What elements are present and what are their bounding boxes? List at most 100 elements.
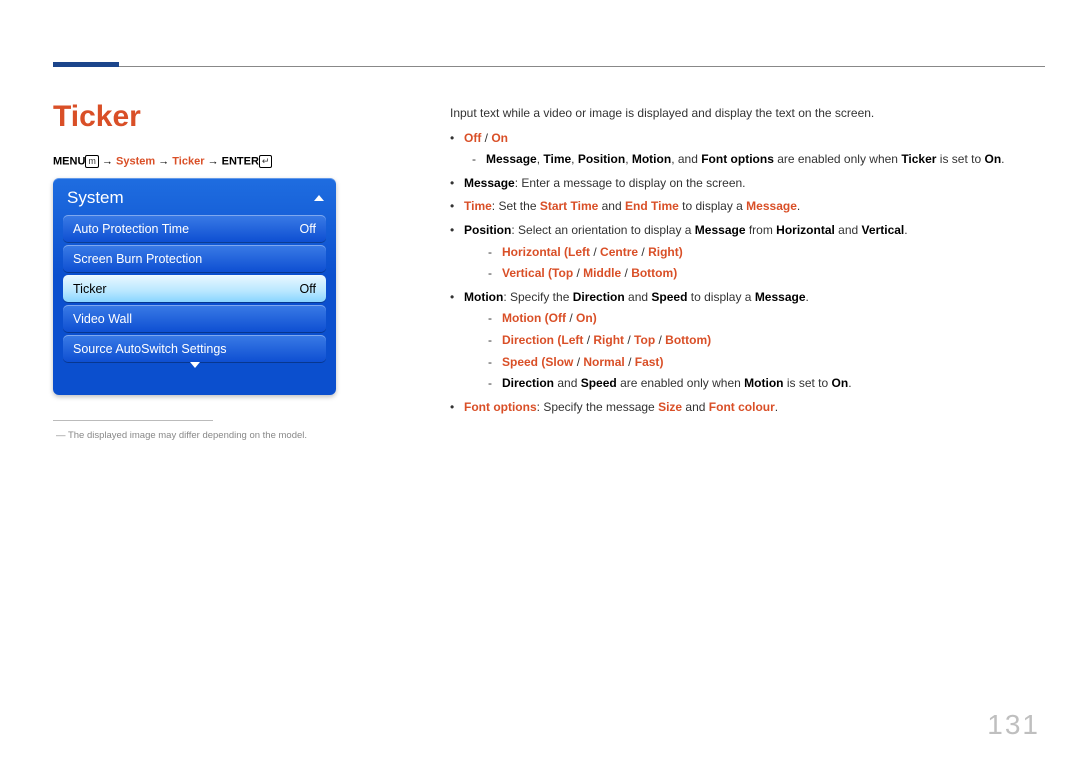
k: Font options <box>464 400 537 414</box>
k: Direction <box>502 333 554 347</box>
s: / <box>573 266 583 280</box>
k: Speed <box>651 290 687 304</box>
osd-item-auto-protection[interactable]: Auto Protection Time Off <box>63 215 326 242</box>
osd-title: System <box>67 188 124 208</box>
osd-item-video-wall[interactable]: Video Wall <box>63 305 326 332</box>
p: ) <box>707 333 711 347</box>
k: Message <box>755 290 806 304</box>
position-line: Position: Select an orientation to displ… <box>450 221 1020 240</box>
t: : Specify the <box>503 290 572 304</box>
breadcrumb-enter: ENTER <box>222 155 259 167</box>
p: ) <box>659 355 663 369</box>
t: is set to <box>936 152 984 166</box>
pos-horizontal: Horizontal (Left / Centre / Right) <box>488 243 1020 262</box>
osd-item-label: Source AutoSwitch Settings <box>73 342 227 356</box>
header-accent <box>53 62 119 67</box>
motion-direction: Direction (Left / Right / Top / Bottom) <box>488 331 1020 350</box>
motion-line: Motion: Specify the Direction and Speed … <box>450 288 1020 307</box>
s: / <box>655 333 665 347</box>
osd-item-autoswitch[interactable]: Source AutoSwitch Settings <box>63 335 326 362</box>
k: Message <box>746 199 797 213</box>
k: Position <box>464 223 511 237</box>
off-label: Off <box>464 131 481 145</box>
k: Top <box>634 333 655 347</box>
enter-icon: ↵ <box>259 155 273 168</box>
k: Fast <box>635 355 660 369</box>
k: On <box>576 311 593 325</box>
pos-vertical: Vertical (Top / Middle / Bottom) <box>488 264 1020 283</box>
k: Vertical <box>862 223 905 237</box>
k: Message <box>486 152 537 166</box>
t: to display a <box>687 290 754 304</box>
footnote: ― The displayed image may differ dependi… <box>56 430 307 441</box>
t: : Specify the message <box>537 400 658 414</box>
k: Time <box>543 152 571 166</box>
t: and <box>625 290 652 304</box>
k: Horizontal <box>776 223 835 237</box>
s: / <box>621 266 631 280</box>
osd-item-screen-burn[interactable]: Screen Burn Protection <box>63 245 326 272</box>
osd-item-label: Screen Burn Protection <box>73 252 202 266</box>
osd-panel: System Auto Protection Time Off Screen B… <box>53 178 336 395</box>
motion-enable-note: Direction and Speed are enabled only whe… <box>488 374 1020 393</box>
off-on-line: Off / On <box>450 129 1020 148</box>
description: Input text while a video or image is dis… <box>450 104 1020 416</box>
k: End Time <box>625 199 679 213</box>
t: and <box>682 400 709 414</box>
motion-speed: Speed (Slow / Normal / Fast) <box>488 353 1020 372</box>
s: / <box>583 333 593 347</box>
k: Off <box>549 311 566 325</box>
breadcrumb-ticker: Ticker <box>172 155 204 167</box>
t: and <box>554 376 581 390</box>
osd-item-value: Off <box>300 282 316 296</box>
k: Bottom <box>631 266 673 280</box>
font-options-line: Font options: Specify the message Size a… <box>450 398 1020 417</box>
p: ) <box>679 245 683 259</box>
osd-item-ticker[interactable]: Ticker Off <box>63 275 326 302</box>
t: : Enter a message to display on the scre… <box>515 176 746 190</box>
t: are enabled only when <box>617 376 744 390</box>
scroll-up-icon[interactable] <box>314 195 324 201</box>
k: Motion <box>502 311 541 325</box>
t: to display a <box>679 199 746 213</box>
menu-icon: m <box>85 155 99 168</box>
osd-item-label: Ticker <box>73 282 107 296</box>
t: : Set the <box>492 199 540 213</box>
k: Speed <box>581 376 617 390</box>
breadcrumb: MENUm → System → Ticker → ENTER↵ <box>53 155 272 168</box>
intro-text: Input text while a video or image is dis… <box>450 104 1020 123</box>
p: ) <box>593 311 597 325</box>
k: Direction <box>573 290 625 304</box>
k: Centre <box>600 245 638 259</box>
k: Message <box>464 176 515 190</box>
k: Font colour <box>709 400 775 414</box>
k: Position <box>578 152 625 166</box>
k: Vertical <box>502 266 545 280</box>
k: Normal <box>583 355 624 369</box>
k: Left <box>568 245 590 259</box>
s: / <box>625 355 635 369</box>
t: and <box>835 223 862 237</box>
k: Ticker <box>901 152 936 166</box>
osd-item-label: Video Wall <box>73 312 132 326</box>
osd-header: System <box>63 186 326 212</box>
k: Time <box>464 199 492 213</box>
s: / <box>590 245 600 259</box>
header-rule <box>53 66 1045 67</box>
message-line: Message: Enter a message to display on t… <box>450 174 1020 193</box>
scroll-down-icon[interactable] <box>190 362 200 385</box>
k: Motion <box>464 290 503 304</box>
k: Message <box>695 223 746 237</box>
k: Top <box>552 266 573 280</box>
k: Direction <box>502 376 554 390</box>
footnote-text: The displayed image may differ depending… <box>68 430 307 441</box>
k: Right <box>593 333 624 347</box>
k: Font options <box>701 152 774 166</box>
t: : Select an orientation to display a <box>511 223 694 237</box>
k: Horizontal <box>502 245 561 259</box>
s: / <box>573 355 583 369</box>
footnote-rule <box>53 420 213 421</box>
k: On <box>984 152 1001 166</box>
k: Speed <box>502 355 538 369</box>
k: Start Time <box>540 199 598 213</box>
